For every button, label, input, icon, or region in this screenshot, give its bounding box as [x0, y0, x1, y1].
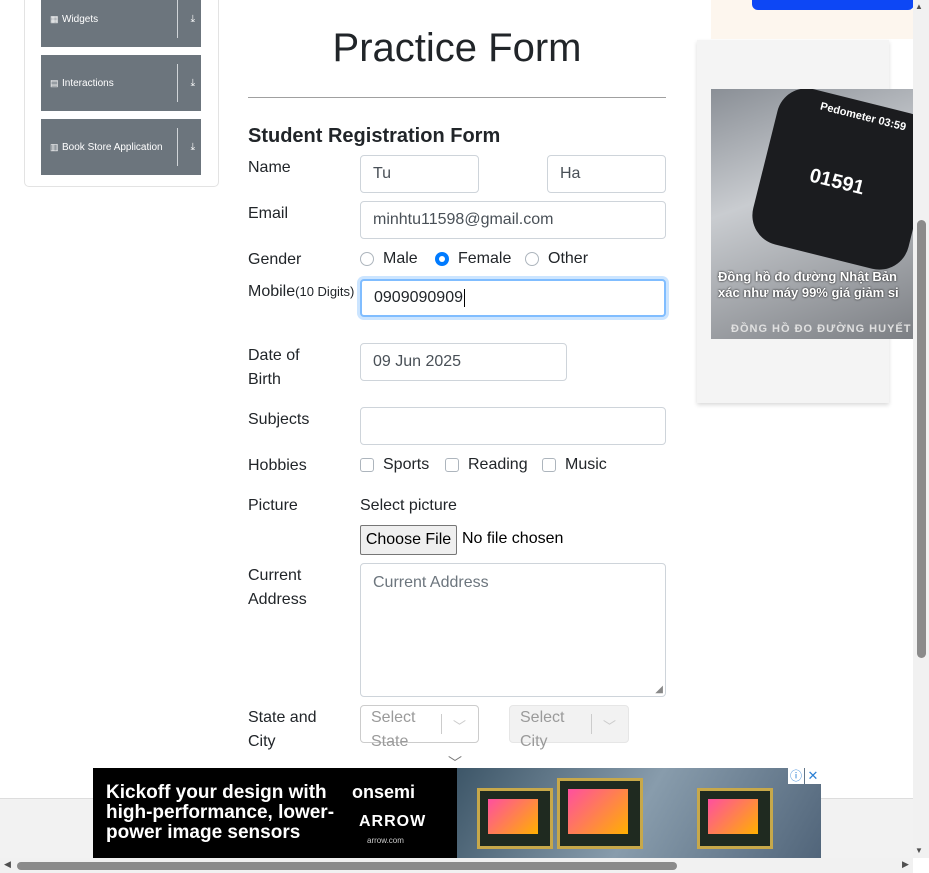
divider: [177, 128, 178, 166]
hobbies-label: Hobbies: [248, 457, 307, 474]
email-label: Email: [248, 205, 289, 222]
gender-radio-other[interactable]: Other: [525, 250, 588, 268]
bottom-ad-copy: Kickoff your design with high-performanc…: [106, 782, 335, 843]
checkbox-box[interactable]: [445, 458, 459, 472]
chevron-down-icon[interactable]: ﹀: [453, 716, 466, 735]
page-title: Practice Form: [332, 26, 582, 70]
vertical-scroll-thumb[interactable]: [917, 220, 926, 658]
mobile-input[interactable]: 0909090909: [360, 279, 666, 317]
sidebar-item-label: Widgets: [62, 13, 99, 25]
city-select[interactable]: Select City ﹀: [509, 705, 629, 750]
name-label: Name: [248, 159, 291, 176]
gender-radio-female[interactable]: Female: [435, 250, 511, 268]
resize-handle-icon[interactable]: ◢: [655, 685, 663, 695]
sensor-chips-image: [457, 768, 821, 858]
select-picture-text: Select picture: [360, 497, 457, 514]
radio-circle[interactable]: [360, 252, 374, 266]
state-placeholder: Select State: [371, 709, 416, 750]
address-label-line2: Address: [248, 591, 307, 608]
hobby-checkbox-reading[interactable]: Reading: [445, 456, 528, 474]
checkbox-box[interactable]: [360, 458, 374, 472]
sidebar-item-book-store[interactable]: ▥ Book Store Application ⤓: [41, 119, 201, 175]
scroll-up-icon[interactable]: ▲: [915, 2, 923, 11]
picture-label: Picture: [248, 497, 298, 514]
form-heading: Student Registration Form: [248, 125, 501, 147]
last-name-input[interactable]: Ha: [547, 155, 666, 193]
horizontal-scroll-thumb[interactable]: [17, 862, 677, 870]
state-city-label: State and City: [248, 706, 317, 754]
divider: [177, 0, 178, 38]
onsemi-logo: onsemi: [352, 782, 416, 802]
mobile-hint: (10 Digits): [295, 284, 355, 299]
right-ad-button[interactable]: [752, 0, 914, 10]
sidebar-item-label: Interactions: [62, 77, 114, 89]
radio-circle[interactable]: [525, 252, 539, 266]
dob-label-line2: Birth: [248, 371, 281, 388]
email-input[interactable]: minhtu11598@gmail.com: [360, 201, 666, 239]
radio-label: Other: [548, 250, 589, 267]
ad-close-icon[interactable]: ✕: [805, 768, 821, 784]
download-arrow-icon: ⤓: [190, 141, 195, 153]
hobby-checkbox-music[interactable]: Music: [542, 456, 607, 474]
books-icon: ▥: [50, 142, 59, 152]
right-ad-caption: Đồng hồ đo đường Nhật Bản xác như máy 99…: [718, 269, 899, 300]
chip-image: [557, 778, 643, 849]
arrow-logo: ARROW: [359, 813, 427, 830]
select-separator: [441, 714, 442, 734]
current-address-label: Current Address: [248, 564, 307, 612]
checkbox-label: Music: [565, 456, 607, 473]
square-icon: ▤: [50, 78, 59, 88]
sidebar-item-label: Book Store Application: [62, 141, 163, 153]
dob-label: Date of Birth: [248, 344, 300, 392]
right-ad-footer: ĐỒNG HỒ ĐO ĐƯỜNG HUYẾT: [731, 323, 912, 335]
address-placeholder: Current Address: [373, 574, 489, 591]
chip-image: [477, 788, 553, 849]
download-arrow-icon: ⤓: [190, 77, 195, 89]
checkbox-label: Reading: [468, 456, 528, 473]
mobile-label: Mobile(10 Digits): [248, 280, 354, 304]
checkbox-label: Sports: [383, 456, 430, 473]
select-separator: [591, 714, 592, 734]
first-name-input[interactable]: Tu: [360, 155, 479, 193]
radio-circle-selected[interactable]: [435, 252, 449, 266]
state-city-label-line1: State and: [248, 709, 317, 726]
sidebar-item-widgets[interactable]: ▦ Widgets ⤓: [41, 0, 201, 47]
current-address-textarea[interactable]: Current Address ◢: [360, 563, 666, 697]
chip-image: [697, 788, 773, 849]
dob-label-line1: Date of: [248, 347, 300, 364]
address-label-line1: Current: [248, 567, 302, 584]
date-of-birth-input[interactable]: 09 Jun 2025: [360, 343, 567, 381]
radio-label: Female: [458, 250, 512, 267]
scroll-left-icon[interactable]: ◀: [4, 859, 11, 870]
gender-radio-male[interactable]: Male: [360, 250, 418, 268]
subjects-input[interactable]: [360, 407, 666, 445]
grid-icon: ▦: [50, 14, 59, 24]
title-divider: [248, 97, 666, 98]
download-arrow-icon: ⤓: [190, 13, 195, 25]
divider: [177, 64, 178, 102]
sidebar-item-interactions[interactable]: ▤ Interactions ⤓: [41, 55, 201, 111]
no-file-text: No file chosen: [462, 530, 564, 547]
arrow-url: arrow.com: [367, 836, 404, 845]
right-ad-image[interactable]: Pedometer 03:59 01591 Đồng hồ đo đường N…: [711, 89, 914, 339]
city-placeholder: Select City: [520, 709, 565, 750]
subjects-label: Subjects: [248, 411, 310, 428]
scroll-right-icon[interactable]: ▶: [902, 859, 909, 870]
radio-label: Male: [383, 250, 418, 267]
state-select[interactable]: Select State ﹀: [360, 705, 479, 750]
chevron-down-icon[interactable]: ﹀: [603, 716, 616, 735]
state-city-label-line2: City: [248, 733, 276, 750]
scroll-down-icon[interactable]: ▼: [915, 846, 923, 855]
checkbox-box[interactable]: [542, 458, 556, 472]
ad-info-icon[interactable]: ⓘ: [788, 768, 804, 784]
gender-label: Gender: [248, 251, 302, 268]
bottom-ad-banner[interactable]: Kickoff your design with high-performanc…: [93, 768, 821, 858]
hobby-checkbox-sports[interactable]: Sports: [360, 456, 429, 474]
choose-file-button[interactable]: Choose File: [360, 525, 457, 555]
mobile-label-text: Mobile: [248, 283, 296, 300]
